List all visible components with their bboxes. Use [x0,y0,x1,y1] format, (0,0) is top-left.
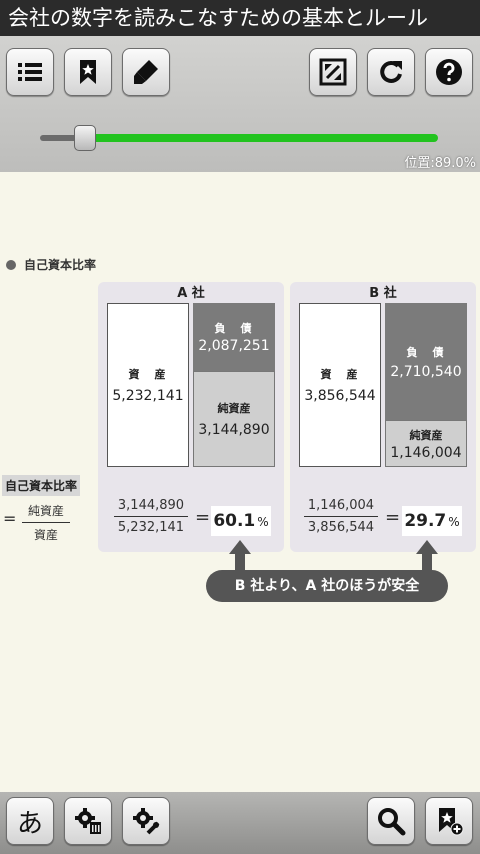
marker-icon [134,60,158,84]
company-b-fraction: 1,146,004 3,856,544 [304,498,378,535]
search-button[interactable] [367,797,415,845]
page-slider-thumb[interactable] [74,125,96,151]
company-a-ratio: 60.1% [211,506,271,536]
page-content: 自己資本比率 A 社 資 産 5,232,141 負 債 2,087,251 純… [0,172,480,792]
conclusion-callout: B 社より、A 社のほうが安全 [206,570,448,602]
search-icon [378,808,406,836]
add-bookmark-button[interactable] [425,797,473,845]
bullet-icon [6,259,16,270]
company-a-liabilities-box: 負 債 2,087,251 [193,303,275,371]
formula-label: 自己資本比率 [2,475,81,496]
bookmark-button[interactable] [64,48,112,96]
settings-tools-icon [133,808,160,835]
company-b-equity-box: 純資産 1,146,004 [385,420,467,467]
company-a-name: A 社 [177,286,205,301]
company-a-equals: = [195,507,211,528]
company-b-liabilities-box: 負 債 2,710,540 [385,303,467,420]
font-button[interactable]: あ [6,797,54,845]
section-title: 自己資本比率 [6,256,96,273]
marker-button[interactable] [122,48,170,96]
company-b-assets-box: 資 産 3,856,544 [299,303,381,467]
font-icon: あ [16,808,43,839]
rotate-button[interactable] [367,48,415,96]
settings-page-icon [75,808,101,834]
app-title: 会社の数字を読みこなすための基本とルール [0,0,480,36]
company-a-equity-box: 純資産 3,144,890 [193,371,275,467]
formula-equals: = [3,509,17,528]
fit-page-icon [319,58,347,86]
company-a-assets-box: 資 産 5,232,141 [107,303,189,467]
page-settings-button[interactable] [64,797,112,845]
fit-page-button[interactable] [309,48,357,96]
arrow-a-icon [229,540,251,554]
company-b-ratio: 29.7% [402,506,462,536]
toc-button[interactable] [6,48,54,96]
company-b-equals: = [385,507,401,528]
arrow-b-icon [416,540,438,554]
list-icon [18,63,42,81]
position-label: 位置:89.0% [404,156,476,171]
company-b-panel: B 社 資 産 3,856,544 負 債 2,710,540 純資産 1,14… [290,282,476,552]
arrow-a-stem [235,553,245,571]
slider-track-right [84,134,438,142]
help-icon [436,59,462,85]
help-button[interactable] [425,48,473,96]
rotate-icon [380,60,402,83]
company-a-panel: A 社 資 産 5,232,141 負 債 2,087,251 純資産 3,14… [98,282,284,552]
company-a-fraction: 3,144,890 5,232,141 [114,498,188,535]
add-bookmark-icon [439,808,464,836]
tools-settings-button[interactable] [122,797,170,845]
company-b-name: B 社 [369,286,397,301]
top-toolbar: 位置:89.0% [0,36,480,172]
arrow-b-stem [422,553,432,571]
bottom-toolbar: あ [0,792,480,854]
formula-fraction: 純資産 資産 [22,502,70,543]
bookmark-star-icon [80,60,96,84]
